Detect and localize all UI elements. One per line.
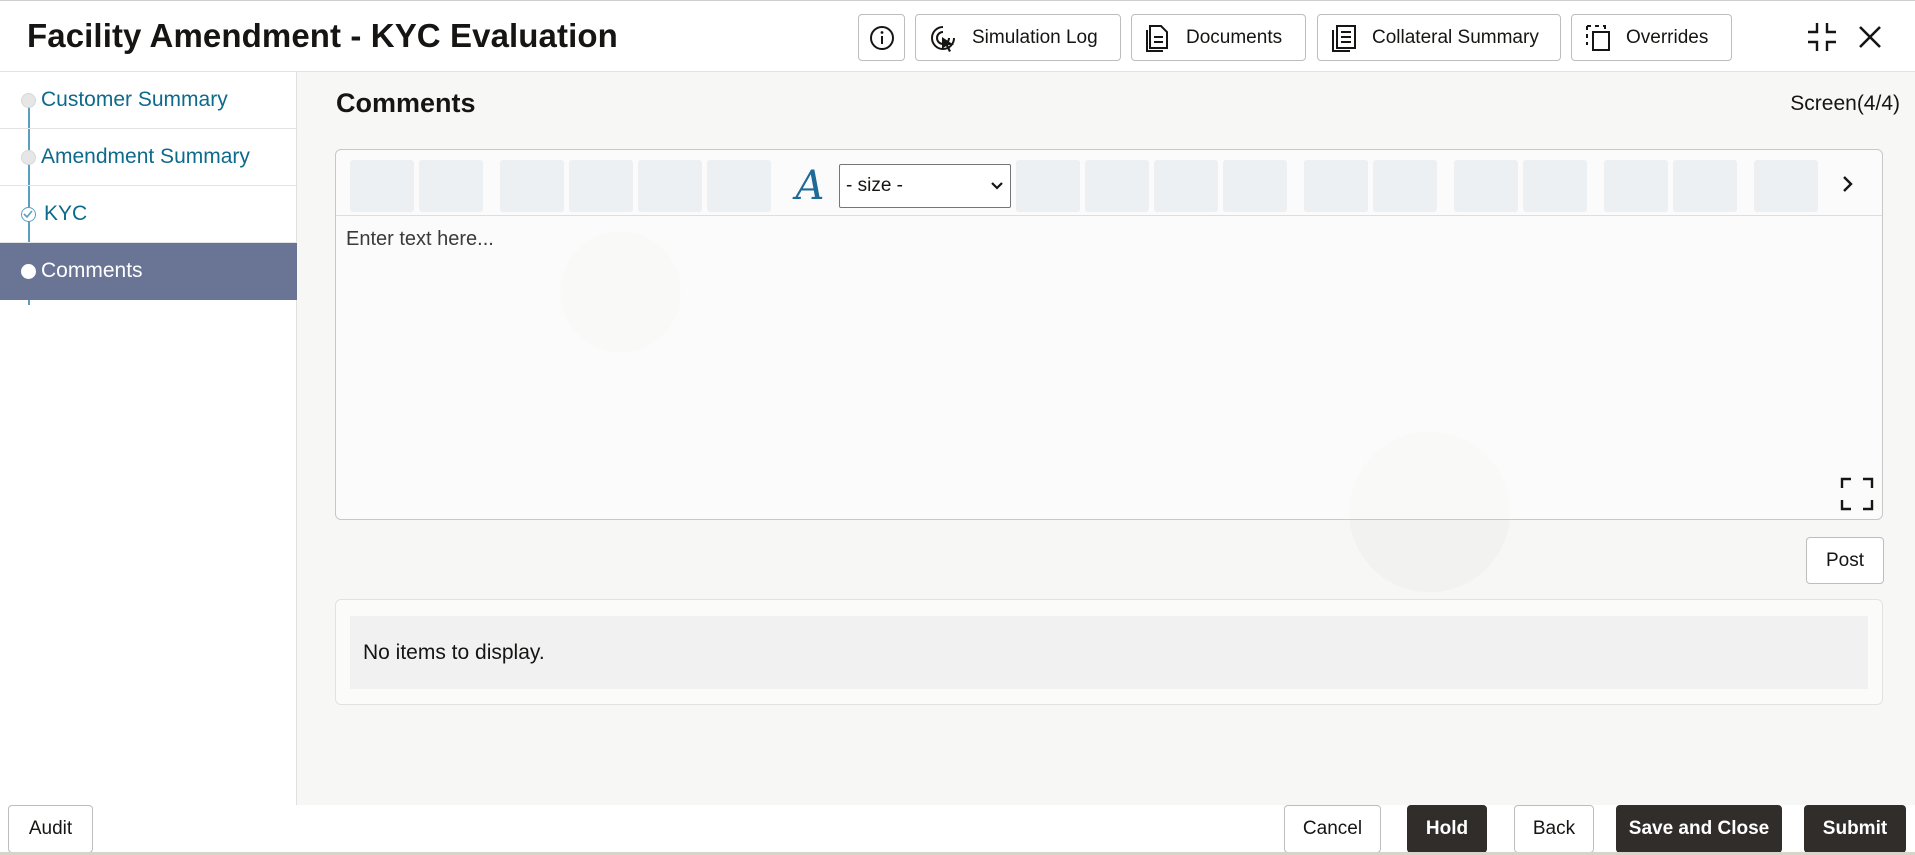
- overrides-button[interactable]: Overrides: [1571, 14, 1732, 61]
- toolbar-button[interactable]: [1454, 160, 1518, 212]
- check-circle-icon: [21, 207, 36, 222]
- collateral-summary-label: Collateral Summary: [1372, 26, 1539, 48]
- toolbar-button[interactable]: [350, 160, 414, 212]
- sidebar-item-label: KYC: [44, 202, 88, 225]
- chevron-right-icon: [1843, 176, 1853, 192]
- sidebar-item-label: Amendment Summary: [41, 145, 250, 168]
- toolbar-button[interactable]: [1304, 160, 1368, 212]
- overrides-icon: [1586, 24, 1610, 51]
- sidebar-item-kyc[interactable]: KYC: [0, 186, 297, 243]
- info-button[interactable]: [858, 14, 905, 61]
- font-size-value: - size -: [846, 175, 903, 196]
- save-and-close-button[interactable]: Save and Close: [1616, 805, 1782, 853]
- header-bar: Facility Amendment - KYC Evaluation Simu…: [0, 0, 1915, 72]
- font-color-icon[interactable]: A: [785, 160, 835, 212]
- chevron-down-icon: [991, 182, 1003, 190]
- footer-bar: Audit Cancel Hold Back Save and Close Su…: [0, 805, 1915, 855]
- collapse-icon[interactable]: [1804, 19, 1840, 55]
- back-button[interactable]: Back: [1514, 805, 1594, 853]
- documents-icon: [1146, 24, 1168, 52]
- overrides-label: Overrides: [1626, 26, 1709, 48]
- close-icon[interactable]: [1852, 19, 1888, 55]
- documents-label: Documents: [1186, 26, 1283, 48]
- toolbar-button[interactable]: [1604, 160, 1668, 212]
- sidebar-item-customer-summary[interactable]: Customer Summary: [0, 72, 297, 129]
- collateral-summary-icon: [1332, 24, 1356, 52]
- comments-list: No items to display.: [335, 599, 1883, 705]
- sidebar: Customer Summary Amendment Summary KYC C…: [0, 72, 297, 805]
- toolbar-more-button[interactable]: [1834, 168, 1862, 200]
- font-size-select[interactable]: - size -: [839, 164, 1011, 208]
- toolbar-button[interactable]: [1673, 160, 1737, 212]
- post-button[interactable]: Post: [1806, 537, 1884, 584]
- step-dot-icon: [21, 150, 36, 165]
- toolbar-button[interactable]: [1754, 160, 1818, 212]
- toolbar-button[interactable]: [1085, 160, 1149, 212]
- main-content: Comments Screen(4/4) A - size - Enter te…: [297, 72, 1915, 805]
- section-title: Comments: [336, 88, 476, 118]
- toolbar-button[interactable]: [707, 160, 771, 212]
- screen-indicator: Screen(4/4): [1790, 92, 1900, 115]
- fullscreen-icon[interactable]: [1840, 477, 1874, 511]
- submit-button[interactable]: Submit: [1804, 805, 1906, 853]
- editor-toolbar: A - size -: [336, 150, 1882, 216]
- info-icon: [869, 25, 894, 50]
- toolbar-button[interactable]: [1523, 160, 1587, 212]
- empty-list-message: No items to display.: [350, 616, 1868, 689]
- hold-button[interactable]: Hold: [1407, 805, 1487, 853]
- comment-text-area[interactable]: Enter text here...: [346, 228, 494, 251]
- toolbar-button[interactable]: [1373, 160, 1437, 212]
- page-title: Facility Amendment - KYC Evaluation: [27, 17, 618, 54]
- toolbar-button[interactable]: [1223, 160, 1287, 212]
- comment-editor[interactable]: A - size - Enter text here...: [335, 149, 1883, 520]
- documents-button[interactable]: Documents: [1131, 14, 1306, 61]
- toolbar-button[interactable]: [569, 160, 633, 212]
- simulation-log-label: Simulation Log: [972, 26, 1098, 48]
- simulation-log-icon: [931, 25, 955, 52]
- toolbar-button[interactable]: [1154, 160, 1218, 212]
- step-dot-icon: [21, 93, 36, 108]
- collateral-summary-button[interactable]: Collateral Summary: [1317, 14, 1561, 61]
- step-dot-icon: [21, 264, 36, 279]
- simulation-log-button[interactable]: Simulation Log: [915, 14, 1121, 61]
- sidebar-item-amendment-summary[interactable]: Amendment Summary: [0, 129, 297, 186]
- sidebar-item-label: Comments: [41, 259, 143, 282]
- audit-button[interactable]: Audit: [8, 805, 93, 853]
- toolbar-button[interactable]: [419, 160, 483, 212]
- toolbar-button[interactable]: [638, 160, 702, 212]
- toolbar-button[interactable]: [1016, 160, 1080, 212]
- sidebar-item-label: Customer Summary: [41, 88, 228, 111]
- cancel-button[interactable]: Cancel: [1284, 805, 1381, 853]
- toolbar-button[interactable]: [500, 160, 564, 212]
- sidebar-item-comments[interactable]: Comments: [0, 243, 297, 300]
